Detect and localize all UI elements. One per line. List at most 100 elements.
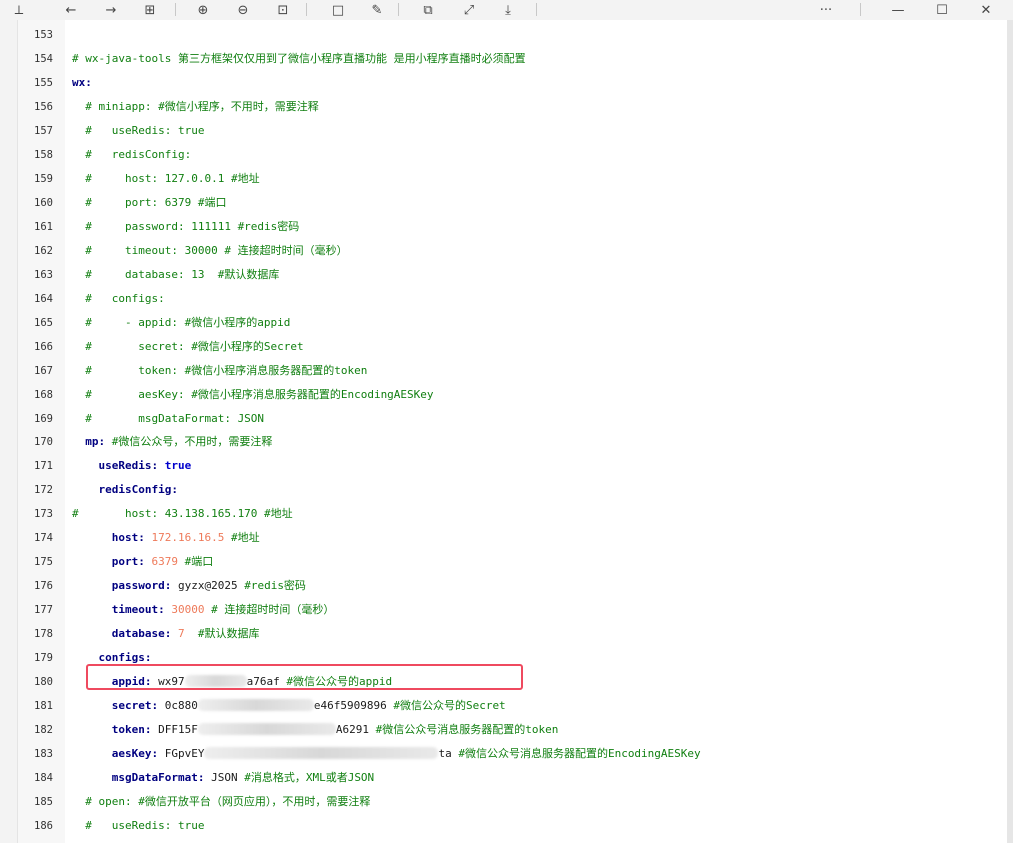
line-number: 171 (34, 460, 53, 473)
forward-arrow-icon[interactable]: → (97, 0, 125, 20)
code-token: #端口 (177, 555, 214, 569)
code-line[interactable]: 178 database: 7 #默认数据库 (18, 622, 1008, 646)
line-text: useRedis: true (72, 454, 191, 478)
code-line[interactable]: 181 secret: 0c880 e46f5909896 #微信公众号的Secr… (18, 694, 1008, 718)
code-token: ta (438, 747, 452, 761)
code-token: # host: 43.138.165.170 #地址 (72, 507, 293, 521)
maximize-icon[interactable]: ☐ (928, 0, 956, 20)
code-line[interactable]: 157 # useRedis: true (18, 119, 1008, 143)
zoom-out-icon[interactable]: ⊖ (229, 0, 257, 20)
grid-view-icon[interactable]: ⊞ (136, 0, 164, 20)
line-text: # token: #微信小程序消息服务器配置的token (72, 359, 367, 383)
code-editor[interactable]: 153 154 # wx-java-tools 第三方框架仅仅用到了微信小程序直播功… (17, 20, 1008, 843)
line-text: password: gyzx@2025 #redis密码 (72, 574, 306, 598)
code-token: # configs: (72, 291, 165, 305)
code-line[interactable]: 172 redisConfig: (18, 478, 1008, 502)
code-line[interactable]: 168 # aesKey: #微信小程序消息服务器配置的EncodingAESK… (18, 383, 1008, 407)
code-token: #微信公众号的Secret (386, 699, 506, 713)
close-icon[interactable]: ✕ (972, 0, 1000, 20)
code-line[interactable]: 177 timeout: 30000 # 连接超时时间（毫秒） (18, 598, 1008, 622)
save-icon[interactable]: ⤓ (494, 0, 522, 20)
toolbar-separator (175, 3, 176, 16)
code-line[interactable]: 171 useRedis: true (18, 454, 1008, 478)
code-token: # aesKey: #微信小程序消息服务器配置的EncodingAESKey (72, 387, 434, 401)
code-line[interactable]: 175 port: 6379 #端口 (18, 550, 1008, 574)
code-token: #微信公众号消息服务器配置的token (368, 723, 559, 737)
code-line[interactable]: 162 # timeout: 30000 # 连接超时时间（毫秒） (18, 239, 1008, 263)
code-token: secret: (72, 699, 159, 713)
expand-icon[interactable]: ⤢ (455, 0, 483, 20)
code-line[interactable]: 154 # wx-java-tools 第三方框架仅仅用到了微信小程序直播功能 是… (18, 47, 1008, 71)
code-line[interactable]: 155 wx: (18, 71, 1008, 95)
fit-page-icon[interactable]: ⊡ (269, 0, 297, 20)
code-line[interactable]: 186 # useRedis: true (18, 814, 1008, 838)
code-line[interactable]: 160 # port: 6379 #端口 (18, 191, 1008, 215)
copy-icon[interactable]: ⧉ (414, 0, 442, 20)
code-token: #消息格式，XML或者JSON (237, 771, 375, 785)
code-token: e46f5909896 (313, 699, 387, 713)
line-text: # port: 6379 #端口 (72, 191, 226, 215)
toolbar-separator (398, 3, 399, 16)
line-number: 159 (34, 172, 53, 185)
pin-icon[interactable]: ⟂ (5, 0, 33, 20)
line-text: msgDataFormat: JSON #消息格式，XML或者JSON (72, 766, 374, 790)
line-text: timeout: 30000 # 连接超时时间（毫秒） (72, 598, 335, 622)
code-line[interactable]: 159 # host: 127.0.0.1 #地址 (18, 167, 1008, 191)
line-number: 186 (34, 819, 53, 832)
code-line[interactable]: 163 # database: 13 #默认数据库 (18, 263, 1008, 287)
line-text: # secret: #微信小程序的Secret (72, 335, 303, 359)
line-number: 174 (34, 532, 53, 545)
code-line[interactable]: 164 # configs: (18, 287, 1008, 311)
line-text: host: 172.16.16.5 #地址 (72, 526, 260, 550)
code-token: DFF15F (151, 723, 198, 737)
code-token: token: (72, 723, 152, 737)
code-token: # database: 13 #默认数据库 (72, 267, 280, 281)
code-token: msgDataFormat: (72, 771, 205, 785)
code-line[interactable]: 173 # host: 43.138.165.170 #地址 (18, 502, 1008, 526)
line-number: 181 (34, 700, 53, 713)
code-line[interactable]: 156 # miniapp: #微信小程序，不用时，需要注释 (18, 95, 1008, 119)
code-token: # token: #微信小程序消息服务器配置的token (72, 363, 368, 377)
toolbar-separator (860, 3, 861, 16)
line-number: 172 (34, 484, 53, 497)
code-line[interactable]: 169 # msgDataFormat: JSON (18, 407, 1008, 431)
code-line[interactable]: 184 msgDataFormat: JSON #消息格式，XML或者JSON (18, 766, 1008, 790)
code-token: mp: (72, 435, 106, 449)
appid-highlight-box (86, 664, 523, 690)
line-text: # redisConfig: (72, 143, 191, 167)
code-line[interactable]: 153 (18, 23, 1008, 47)
code-line[interactable]: 170 mp: #微信公众号，不用时，需要注释 (18, 430, 1008, 454)
back-arrow-icon[interactable]: ← (57, 0, 85, 20)
code-line[interactable]: 165 # - appid: #微信小程序的appid (18, 311, 1008, 335)
rectangle-icon[interactable]: □ (324, 0, 352, 20)
redacted-value (197, 699, 314, 712)
code-line[interactable]: 182 token: DFF15F A6291 #微信公众号消息服务器配置的tok… (18, 718, 1008, 742)
line-number: 175 (34, 556, 53, 569)
line-number: 184 (34, 772, 53, 785)
code-line[interactable]: 161 # password: 111111 #redis密码 (18, 215, 1008, 239)
more-icon[interactable]: ··· (812, 0, 840, 20)
code-line[interactable]: 174 host: 172.16.16.5 #地址 (18, 526, 1008, 550)
line-text: wx: (72, 71, 92, 95)
code-token: #redis密码 (237, 579, 306, 593)
minimize-icon[interactable]: — (884, 0, 912, 20)
code-line[interactable]: 176 password: gyzx@2025 #redis密码 (18, 574, 1008, 598)
code-token: # useRedis: true (72, 123, 205, 137)
line-text: # database: 13 #默认数据库 (72, 263, 279, 287)
code-line[interactable]: 185 # open: #微信开放平台（网页应用），不用时，需要注释 (18, 790, 1008, 814)
code-line[interactable]: 166 # secret: #微信小程序的Secret (18, 335, 1008, 359)
line-text: # useRedis: true (72, 814, 204, 838)
line-text: # aesKey: #微信小程序消息服务器配置的EncodingAESKey (72, 383, 434, 407)
line-number: 166 (34, 340, 53, 353)
code-line[interactable]: 167 # token: #微信小程序消息服务器配置的token (18, 359, 1008, 383)
line-number: 165 (34, 316, 53, 329)
line-number: 177 (34, 604, 53, 617)
line-number: 155 (34, 76, 53, 89)
line-text: # msgDataFormat: JSON (72, 407, 264, 431)
toolbar-separator (306, 3, 307, 16)
code-line[interactable]: 158 # redisConfig: (18, 143, 1008, 167)
redacted-value (197, 723, 336, 736)
code-line[interactable]: 183 aesKey: FGpvEY ta #微信公众号消息服务器配置的Encod… (18, 742, 1008, 766)
edit-icon[interactable]: ✎ (363, 0, 391, 20)
zoom-in-icon[interactable]: ⊕ (189, 0, 217, 20)
